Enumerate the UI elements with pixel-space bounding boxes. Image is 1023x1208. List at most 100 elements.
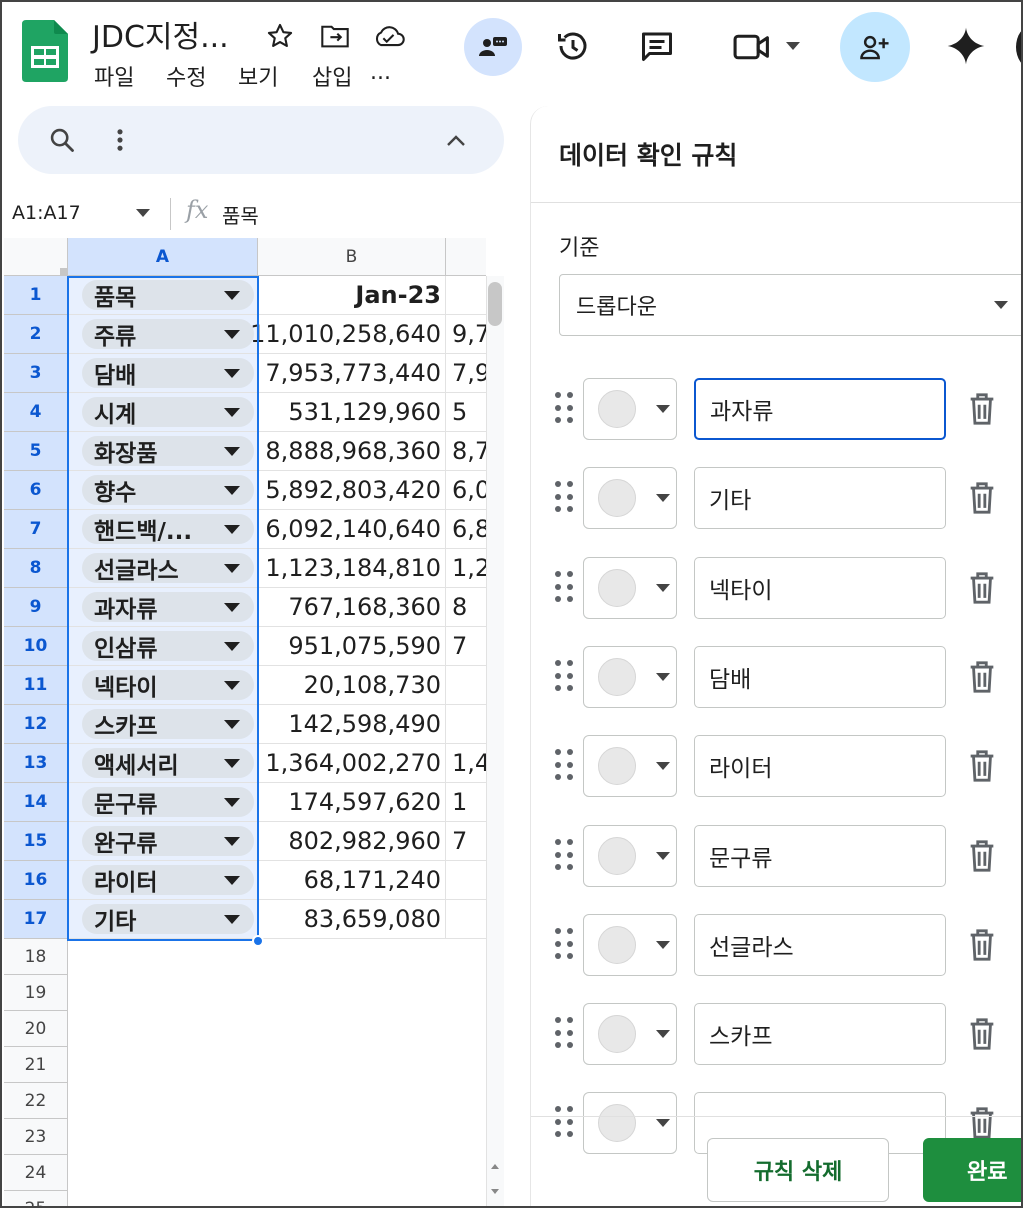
cell-b[interactable]: 531,129,960 (258, 393, 446, 432)
scroll-up-icon[interactable] (488, 1160, 502, 1172)
option-input[interactable]: 담배 (694, 646, 946, 708)
row-header[interactable]: 3 (4, 354, 68, 393)
cell-b[interactable]: 83,659,080 (258, 900, 446, 939)
video-call-dropdown-icon[interactable] (786, 42, 800, 50)
formula-input[interactable]: 품목 (222, 200, 259, 229)
share-button[interactable] (840, 12, 910, 82)
dropdown-chip[interactable]: 넥타이 (82, 670, 254, 700)
option-color-picker[interactable] (583, 1092, 677, 1154)
option-input[interactable]: 스카프 (694, 1003, 946, 1065)
dropdown-arrow-icon[interactable] (224, 797, 240, 807)
row-header[interactable]: 5 (4, 432, 68, 471)
drag-handle-icon[interactable] (555, 660, 575, 694)
dropdown-chip[interactable]: 담배 (82, 358, 254, 388)
delete-option-icon[interactable] (967, 1017, 997, 1051)
option-input[interactable]: 라이터 (694, 735, 946, 797)
cell-c[interactable]: 7 (446, 822, 486, 861)
dropdown-chip[interactable]: 시계 (82, 397, 254, 427)
cell-c[interactable]: 1,4 (446, 744, 486, 783)
cell-a[interactable]: 시계 (68, 393, 258, 432)
cell-a[interactable]: 완구류 (68, 822, 258, 861)
dropdown-arrow-icon[interactable] (224, 563, 240, 573)
menu-view[interactable]: 보기 (238, 60, 278, 92)
cell-a[interactable]: 향수 (68, 471, 258, 510)
move-to-folder-icon[interactable] (320, 22, 350, 50)
row-header[interactable]: 9 (4, 588, 68, 627)
row-header[interactable]: 4 (4, 393, 68, 432)
cell-a[interactable]: 품목 (68, 276, 258, 315)
dropdown-arrow-icon[interactable] (224, 758, 240, 768)
cell-b[interactable]: 5,892,803,420 (258, 471, 446, 510)
scroll-down-icon[interactable] (488, 1186, 502, 1198)
option-color-picker[interactable] (583, 378, 677, 440)
dropdown-chip[interactable]: 문구류 (82, 787, 254, 817)
option-input[interactable]: 문구류 (694, 825, 946, 887)
cell-b[interactable]: 20,108,730 (258, 666, 446, 705)
drag-handle-icon[interactable] (555, 1017, 575, 1051)
row-header[interactable]: 6 (4, 471, 68, 510)
dropdown-arrow-icon[interactable] (224, 875, 240, 885)
dropdown-chip[interactable]: 향수 (82, 475, 254, 505)
cell-a[interactable]: 기타 (68, 900, 258, 939)
cell-c[interactable]: 7 (446, 627, 486, 666)
cloud-saved-icon[interactable] (372, 22, 406, 50)
select-all-corner[interactable] (4, 238, 68, 276)
dropdown-chip[interactable]: 라이터 (82, 865, 254, 895)
cell-a[interactable]: 인삼류 (68, 627, 258, 666)
cell-b[interactable]: 7,953,773,440 (258, 354, 446, 393)
option-color-picker[interactable] (583, 735, 677, 797)
dropdown-arrow-icon[interactable] (224, 446, 240, 456)
menu-edit[interactable]: 수정 (166, 60, 206, 92)
row-header[interactable]: 16 (4, 861, 68, 900)
version-history-icon[interactable] (554, 28, 592, 64)
drag-handle-icon[interactable] (555, 481, 575, 515)
dropdown-chip[interactable]: 품목 (82, 280, 254, 310)
cell-c[interactable]: 6,8 (446, 510, 486, 549)
gemini-sparkle-icon[interactable] (946, 26, 986, 66)
option-input[interactable]: 선글라스 (694, 914, 946, 976)
drag-handle-icon[interactable] (555, 571, 575, 605)
column-header-a[interactable]: A (68, 238, 258, 276)
cell-c[interactable]: 8,7 (446, 432, 486, 471)
dropdown-chip[interactable]: 인삼류 (82, 631, 254, 661)
cell-b[interactable]: 142,598,490 (258, 705, 446, 744)
cell-c[interactable]: 8 (446, 588, 486, 627)
cell-b[interactable]: 1,123,184,810 (258, 549, 446, 588)
dropdown-chip[interactable]: 과자류 (82, 592, 254, 622)
cell-a[interactable]: 과자류 (68, 588, 258, 627)
column-header-c[interactable] (446, 238, 486, 276)
account-avatar[interactable] (1016, 26, 1021, 68)
row-header[interactable]: 21 (4, 1047, 68, 1083)
option-color-picker[interactable] (583, 646, 677, 708)
option-input[interactable]: 기타 (694, 467, 946, 529)
dropdown-chip[interactable]: 스카프 (82, 709, 254, 739)
search-icon[interactable] (48, 126, 76, 154)
row-header[interactable]: 20 (4, 1011, 68, 1047)
delete-option-icon[interactable] (967, 571, 997, 605)
cell-b[interactable]: 11,010,258,640 (250, 315, 446, 354)
dropdown-chip[interactable]: 화장품 (82, 436, 254, 466)
row-header[interactable]: 7 (4, 510, 68, 549)
cell-c[interactable]: 6,0 (446, 471, 486, 510)
done-button[interactable]: 완료 (923, 1138, 1021, 1202)
delete-rule-button[interactable]: 규칙 삭제 (707, 1138, 889, 1202)
dropdown-arrow-icon[interactable] (224, 719, 240, 729)
cell-b[interactable]: Jan-23 (258, 276, 446, 315)
cell-b[interactable]: 1,364,002,270 (258, 744, 446, 783)
row-header[interactable]: 23 (4, 1119, 68, 1155)
cell-a[interactable]: 라이터 (68, 861, 258, 900)
row-header[interactable]: 25 (4, 1191, 68, 1206)
more-vertical-icon[interactable] (112, 126, 128, 154)
cell-b[interactable]: 767,168,360 (258, 588, 446, 627)
cell-b[interactable]: 174,597,620 (258, 783, 446, 822)
drag-handle-icon[interactable] (555, 1106, 575, 1140)
vertical-scrollbar[interactable] (486, 276, 504, 1206)
dropdown-chip[interactable]: 기타 (82, 904, 254, 934)
row-header[interactable]: 10 (4, 627, 68, 666)
cell-a[interactable]: 선글라스 (68, 549, 258, 588)
cell-a[interactable]: 문구류 (68, 783, 258, 822)
drag-handle-icon[interactable] (555, 392, 575, 426)
cell-c[interactable]: 1 (446, 783, 486, 822)
dropdown-arrow-icon[interactable] (224, 914, 240, 924)
delete-option-icon[interactable] (967, 749, 997, 783)
